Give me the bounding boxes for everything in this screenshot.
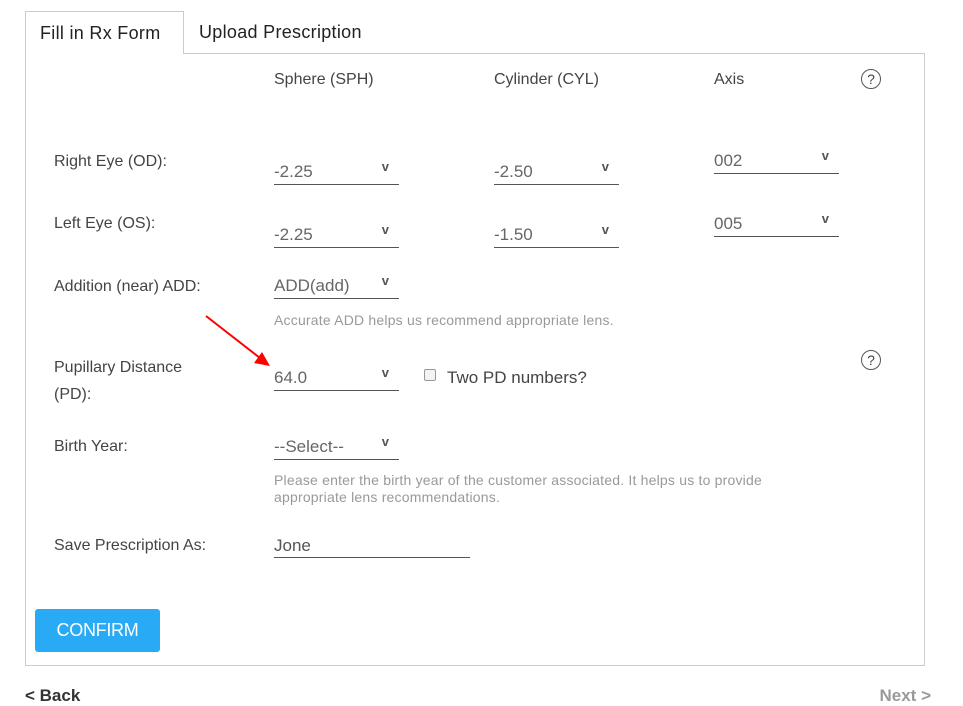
left-eye-sph-select[interactable]: -2.25 v	[274, 220, 399, 248]
annotation-arrow-icon	[205, 315, 270, 366]
selected-value: 005	[714, 214, 743, 233]
selected-value: -2.25	[274, 225, 313, 244]
pd-help-icon[interactable]: ?	[861, 350, 881, 370]
back-link[interactable]: < Back	[25, 686, 80, 706]
column-header-axis: Axis	[714, 71, 745, 88]
selected-value: -1.50	[494, 225, 533, 244]
right-eye-axis-select[interactable]: 002 v	[714, 146, 839, 174]
chevron-down-icon: v	[381, 273, 389, 288]
add-hint: Accurate ADD helps us recommend appropri…	[274, 312, 614, 328]
right-eye-sph-select[interactable]: -2.25 v	[274, 157, 399, 185]
pd-label-line1: Pupillary Distance	[54, 359, 183, 376]
chevron-down-icon: v	[381, 434, 389, 449]
birth-year-select[interactable]: --Select-- v	[274, 432, 399, 460]
save-as-input[interactable]	[274, 534, 470, 558]
left-eye-label: Left Eye (OS):	[54, 215, 156, 232]
chevron-down-icon: v	[601, 222, 609, 237]
selected-value: -2.25	[274, 162, 313, 181]
chevron-down-icon: v	[381, 365, 389, 380]
help-icon[interactable]: ?	[861, 69, 881, 89]
chevron-down-icon: v	[821, 148, 829, 163]
tab-fill-in-rx-form[interactable]: Fill in Rx Form	[25, 11, 184, 54]
selected-value: 002	[714, 151, 743, 170]
right-eye-cyl-select[interactable]: -2.50 v	[494, 157, 619, 185]
birth-year-label: Birth Year:	[54, 438, 128, 455]
selected-value: -2.50	[494, 162, 533, 181]
selected-value: --Select--	[274, 437, 344, 456]
save-as-label: Save Prescription As:	[54, 537, 207, 554]
pd-select[interactable]: 64.0 v	[274, 363, 399, 391]
column-header-sphere: Sphere (SPH)	[274, 71, 374, 88]
add-label: Addition (near) ADD:	[54, 278, 201, 295]
two-pd-checkbox[interactable]	[424, 369, 436, 381]
chevron-down-icon: v	[381, 159, 389, 174]
pd-label-line2: (PD):	[54, 386, 92, 403]
column-header-cylinder: Cylinder (CYL)	[494, 71, 599, 88]
selected-value: ADD(add)	[274, 276, 350, 295]
tab-label: Fill in Rx Form	[40, 23, 161, 43]
right-eye-label: Right Eye (OD):	[54, 153, 167, 170]
selected-value: 64.0	[274, 368, 308, 387]
add-select[interactable]: ADD(add) v	[274, 271, 399, 299]
next-link[interactable]: Next >	[880, 686, 932, 706]
chevron-down-icon: v	[381, 222, 389, 237]
two-pd-label[interactable]: Two PD numbers?	[447, 368, 587, 388]
birth-year-hint-line1: Please enter the birth year of the custo…	[274, 472, 762, 488]
tab-upload-prescription[interactable]: Upload Prescription	[199, 22, 362, 43]
chevron-down-icon: v	[601, 159, 609, 174]
left-eye-axis-select[interactable]: 005 v	[714, 209, 839, 237]
left-eye-cyl-select[interactable]: -1.50 v	[494, 220, 619, 248]
chevron-down-icon: v	[821, 211, 829, 226]
birth-year-hint-line2: appropriate lens recommendations.	[274, 489, 501, 505]
confirm-button[interactable]: CONFIRM	[35, 609, 160, 652]
